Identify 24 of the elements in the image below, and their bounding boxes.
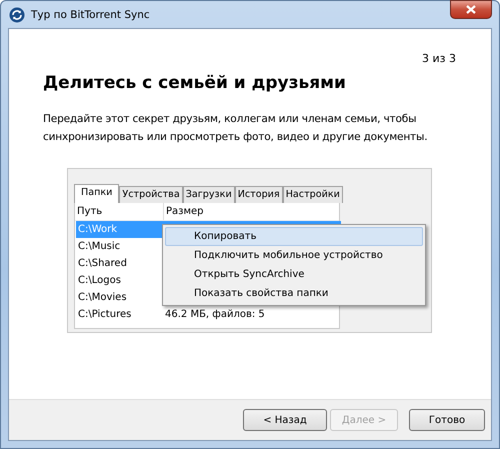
menu-item[interactable]: Открыть SyncArchive (165, 265, 423, 284)
tab[interactable]: Настройки (282, 186, 343, 203)
close-icon (466, 5, 476, 14)
description-text: Передайте этот секрет друзьям, коллегам или членам семьи, чтобы синхронизировать или просмотреть фото, видео и другие документы. (43, 112, 428, 145)
menu-item[interactable]: Копировать (165, 227, 423, 246)
tab[interactable]: Устройства (119, 186, 183, 203)
tab[interactable]: Папки (74, 184, 120, 203)
menu-item[interactable]: Показать свойства папки (165, 284, 423, 303)
wizard-button[interactable]: Готово (409, 409, 485, 431)
column-header[interactable]: Путь (75, 203, 164, 220)
menu-item[interactable]: Подключить мобильное устройство (165, 246, 423, 265)
close-button[interactable] (450, 0, 492, 19)
size-cell-text: 46.2 МБ, файлов: 5 (165, 308, 265, 322)
path-cell-text: C:\Pictures (77, 308, 132, 322)
folder-row[interactable]: C:\Pictures 46.2 МБ, файлов: 5 (76, 306, 341, 323)
tab[interactable]: История (234, 186, 283, 203)
column-header[interactable]: Размер (164, 203, 204, 220)
sync-icon (9, 6, 25, 22)
window-title: Тур по BitTorrent Sync (31, 8, 150, 20)
page-heading: Делитесь с семьёй и друзьями (43, 73, 347, 93)
wizard-button[interactable]: < Назад (243, 409, 327, 431)
step-counter: 3 из 3 (422, 52, 456, 65)
tab[interactable]: Загрузки (182, 186, 235, 203)
path-cell-text: C:\Work (77, 223, 118, 237)
